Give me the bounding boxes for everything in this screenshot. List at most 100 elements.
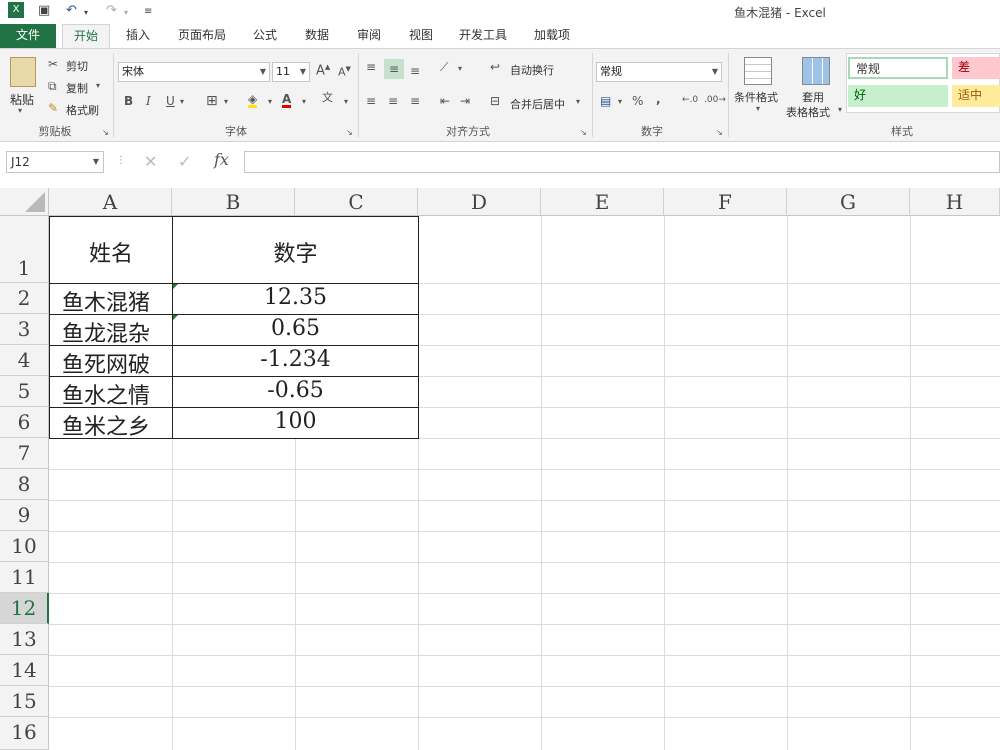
- select-all-corner[interactable]: [0, 188, 49, 216]
- value-cell[interactable]: 12.35: [173, 285, 418, 310]
- row-header-1[interactable]: 1: [0, 216, 49, 283]
- value-cell[interactable]: -1.234: [173, 347, 418, 372]
- value-cell[interactable]: 0.65: [173, 316, 418, 341]
- format-table-line1[interactable]: 套用: [802, 89, 824, 105]
- accounting-dropdown-icon[interactable]: ▾: [618, 98, 622, 106]
- font-color-icon[interactable]: A: [282, 93, 292, 108]
- cut-button[interactable]: 剪切: [66, 58, 88, 74]
- column-header-b[interactable]: B: [172, 188, 295, 216]
- column-header-f[interactable]: F: [664, 188, 787, 216]
- percent-icon[interactable]: %: [632, 95, 643, 107]
- tab-view[interactable]: 视图: [402, 24, 440, 48]
- name-cell[interactable]: 鱼米之乡: [62, 409, 150, 441]
- border-dropdown-icon[interactable]: ▾: [224, 98, 228, 106]
- row-header-10[interactable]: 10: [0, 531, 49, 562]
- paste-icon[interactable]: [10, 57, 36, 87]
- header-name-cell[interactable]: 姓名: [50, 236, 172, 268]
- tab-review[interactable]: 审阅: [350, 24, 388, 48]
- style-good[interactable]: 好: [848, 85, 948, 107]
- name-cell[interactable]: 鱼死网破: [62, 347, 150, 379]
- align-center-icon[interactable]: ≡: [388, 95, 398, 107]
- name-cell[interactable]: 鱼水之情: [62, 378, 150, 410]
- tab-data[interactable]: 数据: [298, 24, 336, 48]
- underline-icon[interactable]: U: [166, 95, 175, 107]
- format-painter-button[interactable]: 格式刷: [66, 102, 99, 118]
- align-top-icon[interactable]: ≡: [366, 61, 376, 73]
- merge-center-button[interactable]: 合并后居中: [510, 96, 565, 112]
- italic-icon[interactable]: I: [146, 95, 151, 107]
- column-header-e[interactable]: E: [541, 188, 664, 216]
- orientation-dropdown-icon[interactable]: ▾: [458, 65, 462, 73]
- increase-indent-icon[interactable]: ⇥: [460, 95, 470, 107]
- merge-dropdown-icon[interactable]: ▾: [576, 98, 580, 106]
- orientation-icon[interactable]: ⟋: [440, 61, 448, 73]
- align-middle-icon[interactable]: ≡: [384, 59, 404, 79]
- tab-developer[interactable]: 开发工具: [452, 24, 514, 48]
- tab-formulas[interactable]: 公式: [246, 24, 284, 48]
- tab-page-layout[interactable]: 页面布局: [170, 24, 234, 48]
- row-header-3[interactable]: 3: [0, 314, 49, 345]
- column-header-a[interactable]: A: [49, 188, 172, 216]
- style-neutral[interactable]: 适中: [952, 85, 1000, 107]
- align-bottom-icon[interactable]: ≡: [410, 65, 420, 77]
- number-format-combo[interactable]: 常规 ▼: [596, 62, 722, 82]
- value-cell[interactable]: 100: [173, 409, 418, 434]
- row-header-13[interactable]: 13: [0, 624, 49, 655]
- column-header-g[interactable]: G: [787, 188, 910, 216]
- name-cell[interactable]: 鱼木混猪: [62, 285, 150, 317]
- paste-dropdown-icon[interactable]: ▾: [18, 107, 22, 115]
- wrap-text-button[interactable]: 自动换行: [510, 62, 554, 78]
- increase-font-icon[interactable]: A▲: [316, 64, 330, 78]
- tab-file[interactable]: 文件: [0, 24, 56, 48]
- style-normal[interactable]: 常规: [848, 57, 948, 79]
- column-header-h[interactable]: H: [910, 188, 1000, 216]
- font-color-dropdown-icon[interactable]: ▾: [302, 98, 306, 106]
- insert-function-icon[interactable]: fx: [214, 150, 229, 169]
- conditional-format-button[interactable]: 条件格式: [734, 89, 778, 105]
- tab-insert[interactable]: 插入: [118, 24, 158, 48]
- decrease-decimal-icon[interactable]: .00→: [704, 96, 726, 105]
- chevron-down-icon[interactable]: ▼: [93, 152, 99, 172]
- row-header-14[interactable]: 14: [0, 655, 49, 686]
- increase-decimal-icon[interactable]: ←.0: [682, 96, 698, 105]
- name-cell[interactable]: 鱼龙混杂: [62, 316, 150, 348]
- copy-button[interactable]: 复制: [66, 80, 88, 96]
- row-header-15[interactable]: 15: [0, 686, 49, 717]
- row-header-6[interactable]: 6: [0, 407, 49, 438]
- comma-style-icon[interactable]: ,: [656, 93, 661, 105]
- border-icon[interactable]: ⊞: [206, 94, 218, 108]
- clipboard-launcher-icon[interactable]: ↘: [102, 129, 109, 137]
- row-header-2[interactable]: 2: [0, 283, 49, 314]
- phonetic-dropdown-icon[interactable]: ▾: [344, 98, 348, 106]
- underline-dropdown-icon[interactable]: ▾: [180, 98, 184, 106]
- header-number-cell[interactable]: 数字: [173, 236, 418, 268]
- align-right-icon[interactable]: ≡: [410, 95, 420, 107]
- accounting-format-icon[interactable]: ▤: [600, 95, 611, 107]
- column-header-c[interactable]: C: [295, 188, 418, 216]
- enter-icon[interactable]: ✓: [178, 152, 191, 171]
- row-header-9[interactable]: 9: [0, 500, 49, 531]
- format-table-line2[interactable]: 表格格式: [786, 104, 830, 120]
- phonetic-icon[interactable]: 文: [322, 92, 333, 103]
- row-header-7[interactable]: 7: [0, 438, 49, 469]
- row-header-16[interactable]: 16: [0, 717, 49, 750]
- tab-addins[interactable]: 加载项: [526, 24, 578, 48]
- font-size-combo[interactable]: 11 ▼: [272, 62, 310, 82]
- value-cell[interactable]: -0.65: [173, 378, 418, 403]
- name-box[interactable]: J12 ▼: [6, 151, 104, 173]
- font-name-combo[interactable]: 宋体 ▼: [118, 62, 270, 82]
- row-header-5[interactable]: 5: [0, 376, 49, 407]
- column-header-d[interactable]: D: [418, 188, 541, 216]
- fill-color-dropdown-icon[interactable]: ▾: [268, 98, 272, 106]
- decrease-font-icon[interactable]: A▼: [338, 66, 351, 78]
- row-header-8[interactable]: 8: [0, 469, 49, 500]
- alignment-launcher-icon[interactable]: ↘: [580, 129, 587, 137]
- copy-dropdown-icon[interactable]: ▾: [96, 82, 100, 90]
- row-header-12[interactable]: 12: [0, 593, 49, 624]
- row-header-4[interactable]: 4: [0, 345, 49, 376]
- decrease-indent-icon[interactable]: ⇤: [440, 95, 450, 107]
- paste-button[interactable]: 粘贴: [10, 91, 34, 108]
- tab-home[interactable]: 开始: [62, 24, 110, 49]
- fill-color-icon[interactable]: ◈: [248, 93, 258, 108]
- cancel-icon[interactable]: ✕: [144, 152, 157, 171]
